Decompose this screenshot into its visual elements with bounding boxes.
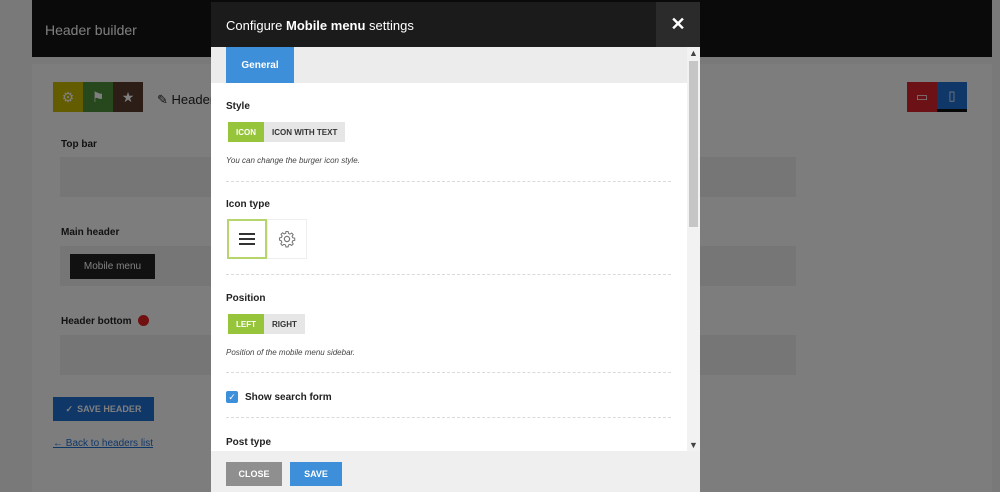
scroll-thumb[interactable]: [689, 61, 698, 227]
position-option-right[interactable]: RIGHT: [264, 314, 305, 334]
tabs-bar: General: [211, 47, 687, 83]
show-search-label: Show search form: [245, 392, 332, 403]
modal-title-suffix: settings: [365, 18, 414, 33]
divider: [226, 181, 671, 182]
icon-type-label: Icon type: [226, 199, 270, 210]
style-option-icon-with-text[interactable]: ICON WITH TEXT: [264, 122, 346, 142]
show-search-checkbox[interactable]: ✓: [226, 391, 238, 403]
divider: [226, 274, 671, 275]
style-selector: ICON ICON WITH TEXT: [228, 122, 346, 142]
scroll-down-icon[interactable]: ▼: [687, 439, 700, 451]
modal-footer: CLOSE SAVE: [211, 451, 700, 492]
settings-modal: Configure Mobile menu settings ✕ General…: [211, 2, 700, 492]
position-hint: Position of the mobile menu sidebar.: [226, 348, 356, 357]
post-type-label: Post type: [226, 437, 272, 448]
style-label: Style: [226, 101, 250, 112]
position-option-left[interactable]: LEFT: [228, 314, 264, 334]
modal-header: Configure Mobile menu settings ✕: [211, 2, 700, 47]
scroll-up-icon[interactable]: ▲: [687, 47, 700, 59]
modal-scrollbar[interactable]: ▲ ▼: [687, 47, 700, 451]
tab-general[interactable]: General: [226, 47, 294, 83]
style-hint: You can change the burger icon style.: [226, 156, 360, 165]
modal-title-element: Mobile menu: [285, 18, 366, 33]
checkmark-icon: ✓: [228, 391, 236, 402]
style-option-icon[interactable]: ICON: [228, 122, 264, 142]
close-button[interactable]: CLOSE: [226, 462, 282, 486]
menu-icon[interactable]: [227, 219, 267, 259]
divider: [226, 372, 671, 373]
modal-title: Configure Mobile menu settings: [226, 18, 414, 33]
close-icon[interactable]: ✕: [656, 2, 700, 47]
gear-icon[interactable]: [267, 219, 307, 259]
position-selector: LEFT RIGHT: [228, 314, 305, 334]
save-button[interactable]: SAVE: [290, 462, 342, 486]
divider: [226, 417, 671, 418]
modal-title-prefix: Configure: [226, 18, 286, 33]
position-label: Position: [226, 293, 266, 304]
